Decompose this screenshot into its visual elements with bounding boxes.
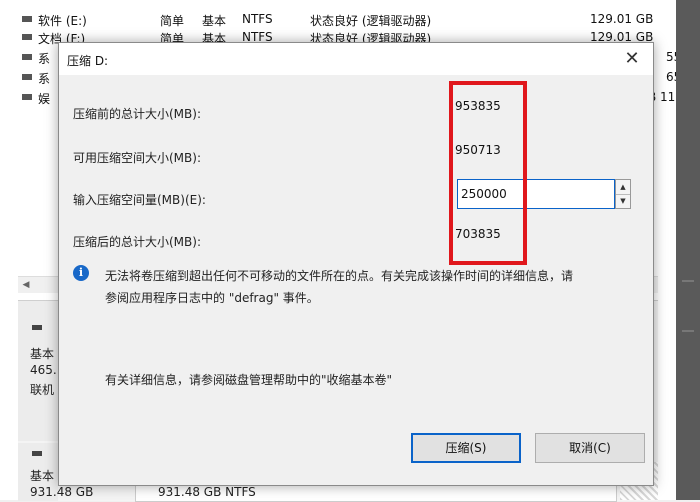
spin-up-icon[interactable]: ▲	[616, 180, 630, 195]
available-value: 950713	[451, 137, 631, 163]
total-after-value: 703835	[451, 221, 631, 247]
cancel-button[interactable]: 取消(C)	[535, 433, 645, 463]
disk0-label[interactable]: 基本 465. 联机	[18, 301, 58, 441]
shrink-amount-stepper[interactable]: ▲ ▼	[615, 179, 631, 209]
disk-icon	[32, 451, 42, 456]
disk1-size: 931.48 GB	[30, 485, 94, 499]
info-text-line2: 参阅应用程序日志中的 "defrag" 事件。	[105, 291, 319, 305]
volume-name: 系	[38, 72, 51, 86]
total-before-value: 953835	[451, 93, 631, 119]
dialog-title-bar[interactable]: 压缩 D: ✕	[59, 43, 653, 75]
volume-capacity: 129.01 GB	[590, 12, 654, 26]
shrink-amount-input[interactable]	[457, 179, 615, 209]
disk-icon	[32, 325, 42, 330]
drive-icon	[22, 16, 32, 22]
disk0-status: 联机	[30, 383, 55, 397]
total-after-label: 压缩后的总计大小(MB):	[73, 235, 201, 249]
shrink-dialog: 压缩 D: ✕ 压缩前的总计大小(MB): 953835 可用压缩空间大小(MB…	[58, 42, 654, 486]
disk1-label[interactable]: 基本 931.48 GB	[18, 443, 93, 501]
info-icon: i	[73, 265, 89, 281]
volume-name: 娱	[38, 92, 51, 106]
edge-strip	[682, 330, 694, 332]
shrink-amount-label: 输入压缩空间量(MB)(E):	[73, 193, 206, 207]
volume-fs: NTFS	[242, 12, 273, 26]
close-icon[interactable]: ✕	[617, 46, 647, 72]
drive-icon	[22, 74, 32, 80]
available-label: 可用压缩空间大小(MB):	[73, 151, 201, 165]
disk0-type: 基本	[30, 347, 55, 361]
partition-size: 931.48 GB NTFS	[158, 485, 256, 499]
spin-down-icon[interactable]: ▼	[616, 194, 630, 208]
edge-strip	[682, 280, 694, 282]
desktop-edge	[676, 0, 700, 500]
drive-icon	[22, 94, 32, 100]
help-text: 有关详细信息，请参阅磁盘管理帮助中的"收缩基本卷"	[105, 373, 393, 387]
dialog-title: 压缩 D:	[67, 54, 109, 68]
compress-button[interactable]: 压缩(S)	[411, 433, 521, 463]
volume-name: 系	[38, 52, 51, 66]
disk1-type: 基本	[30, 469, 55, 483]
total-before-label: 压缩前的总计大小(MB):	[73, 107, 201, 121]
drive-icon	[22, 34, 32, 40]
disk0-size: 465.	[30, 363, 57, 377]
info-text-line1: 无法将卷压缩到超出任何不可移动的文件所在的点。有关完成该操作时间的详细信息，请	[105, 269, 574, 283]
scroll-left-icon[interactable]: ◀	[18, 277, 34, 293]
drive-icon	[22, 54, 32, 60]
